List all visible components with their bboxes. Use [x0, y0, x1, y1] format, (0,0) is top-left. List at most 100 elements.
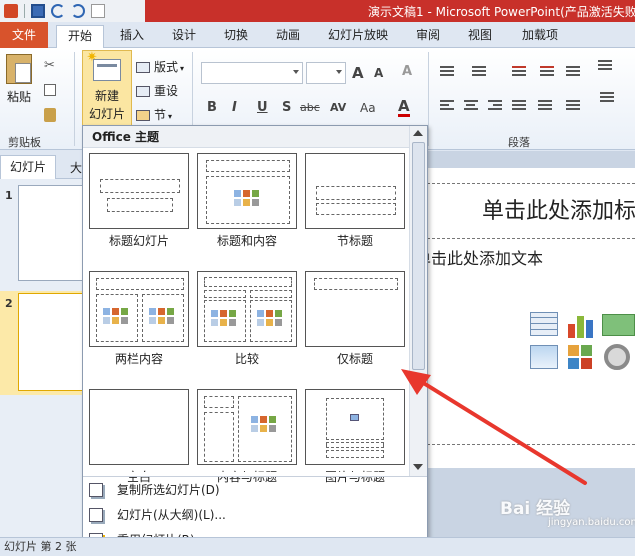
font-color-button[interactable]: A — [398, 98, 410, 117]
annotation-arrow — [401, 369, 587, 485]
insert-media-icon[interactable] — [604, 344, 630, 370]
text-direction-icon[interactable] — [598, 60, 612, 72]
layout-thumbnail — [197, 389, 297, 465]
tab-slideshow[interactable]: 幻灯片放映 — [322, 25, 394, 48]
dropdown-arrow-icon — [293, 70, 299, 74]
shadow-button[interactable]: S — [282, 100, 291, 115]
tab-slides-panel[interactable]: 幻灯片 — [0, 155, 56, 179]
placeholder-box — [107, 198, 173, 212]
clipboard-group-label: 剪贴板 — [8, 136, 41, 149]
layout-gallery-dropdown: Office 主题 标题幻灯片 标题和内容 节标题 两栏内容 比较 仅标题 空白… — [82, 125, 428, 555]
insert-chart-icon[interactable] — [566, 312, 596, 338]
underline-button[interactable]: U — [257, 100, 268, 115]
customize-icon[interactable] — [91, 4, 105, 18]
content-icons — [251, 416, 279, 432]
tab-addins[interactable]: 加载项 — [512, 25, 568, 48]
layout-thumbnail — [89, 271, 189, 347]
undo-icon[interactable] — [51, 4, 65, 18]
dropdown-arrow-icon: ▾ — [180, 64, 185, 73]
paragraph-group-label: 段落 — [508, 136, 530, 149]
decrease-indent-icon[interactable] — [512, 66, 526, 78]
section-icon — [136, 110, 150, 121]
increase-indent-icon[interactable] — [540, 66, 554, 78]
placeholder-box — [206, 160, 290, 172]
copy-icon[interactable] — [44, 84, 56, 96]
body-placeholder[interactable]: 单击此处添加文本 — [415, 245, 543, 269]
tab-design[interactable]: 设计 — [160, 25, 208, 48]
powerpoint-icon[interactable] — [4, 4, 18, 18]
italic-button[interactable]: I — [232, 100, 237, 115]
bullets-icon[interactable] — [440, 66, 454, 78]
cut-icon[interactable]: ✂ — [44, 58, 55, 73]
content-icons — [103, 308, 131, 324]
group-divider — [74, 52, 75, 146]
layout-thumbnail — [89, 153, 189, 229]
layout-label: 标题和内容 — [216, 234, 277, 248]
layout-label: 标题幻灯片 — [108, 234, 169, 248]
title-placeholder[interactable]: 单击此处添加标 — [482, 193, 635, 225]
placeholder-box — [100, 179, 180, 193]
tab-review[interactable]: 审阅 — [404, 25, 452, 48]
reset-button[interactable]: 重设 — [136, 82, 178, 99]
tab-file[interactable]: 文件 — [0, 22, 48, 48]
insert-smartart-icon[interactable] — [602, 314, 635, 336]
reset-icon — [136, 86, 150, 97]
placeholder-box — [204, 290, 246, 298]
scroll-up-icon[interactable] — [413, 130, 423, 136]
tab-animations[interactable]: 动画 — [264, 25, 312, 48]
clear-format-button[interactable]: A — [402, 64, 412, 79]
reset-label: 重设 — [154, 84, 179, 98]
tab-insert[interactable]: 插入 — [108, 25, 156, 48]
title-placeholder-border — [427, 238, 635, 239]
scroll-thumb[interactable] — [412, 142, 425, 370]
content-icons — [234, 190, 262, 206]
char-spacing-button[interactable]: AV — [330, 101, 346, 114]
columns-icon[interactable] — [566, 100, 580, 112]
align-center-icon[interactable] — [464, 100, 478, 112]
picture-icon — [350, 414, 359, 421]
slide-thumbnail-2[interactable] — [18, 293, 90, 391]
tab-view[interactable]: 视图 — [456, 25, 504, 48]
menu-item-label: 幻灯片(从大纲)(L)... — [117, 508, 226, 522]
save-icon[interactable] — [31, 4, 45, 18]
line-spacing-icon[interactable] — [566, 66, 580, 78]
layout-label: 两栏内容 — [114, 352, 163, 366]
tab-outline-panel[interactable]: 大 — [70, 159, 82, 176]
placeholder-box — [316, 203, 396, 215]
section-button[interactable]: 节 ▾ — [136, 106, 172, 123]
placeholder-box — [250, 290, 292, 298]
insert-table-icon[interactable] — [530, 312, 558, 336]
new-slide-button[interactable]: ✷ 新建 幻灯片 — [82, 50, 132, 126]
strikethrough-button[interactable]: abc — [300, 101, 320, 114]
shrink-font-button[interactable]: A — [374, 66, 383, 80]
format-painter-icon[interactable] — [44, 108, 56, 122]
layout-icon — [136, 62, 150, 73]
section-label: 节 — [154, 108, 167, 122]
duplicate-slides-menu-item[interactable]: 复制所选幻灯片(D) — [83, 478, 427, 502]
paste-button[interactable]: 粘贴 — [4, 54, 34, 105]
bold-button[interactable]: B — [207, 100, 217, 115]
grow-font-button[interactable]: A — [352, 64, 364, 82]
dropdown-arrow-icon: ▾ — [168, 112, 173, 121]
tab-home[interactable]: 开始 — [56, 25, 104, 48]
status-bar: 幻灯片 第 2 张 — [0, 537, 635, 556]
layout-label: 节标题 — [336, 234, 373, 248]
justify-icon[interactable] — [512, 100, 526, 112]
align-left-icon[interactable] — [440, 100, 454, 112]
tab-transitions[interactable]: 切换 — [212, 25, 260, 48]
new-slide-label-1: 新建 — [94, 89, 119, 103]
align-right-icon[interactable] — [488, 100, 502, 112]
numbering-icon[interactable] — [472, 66, 486, 78]
title-placeholder-border — [427, 183, 635, 184]
font-name-select[interactable] — [201, 62, 303, 84]
change-case-button[interactable]: Aa — [360, 101, 376, 115]
font-size-select[interactable] — [306, 62, 346, 84]
redo-icon[interactable] — [71, 4, 85, 18]
placeholder-box — [204, 396, 234, 408]
slide-number: 2 — [5, 297, 13, 310]
distributed-icon[interactable] — [538, 100, 552, 112]
align-text-icon[interactable] — [600, 92, 614, 104]
layout-button[interactable]: 版式 ▾ — [136, 58, 184, 75]
slides-from-outline-menu-item[interactable]: 幻灯片(从大纲)(L)... — [83, 503, 427, 527]
quick-access-toolbar — [0, 0, 145, 22]
